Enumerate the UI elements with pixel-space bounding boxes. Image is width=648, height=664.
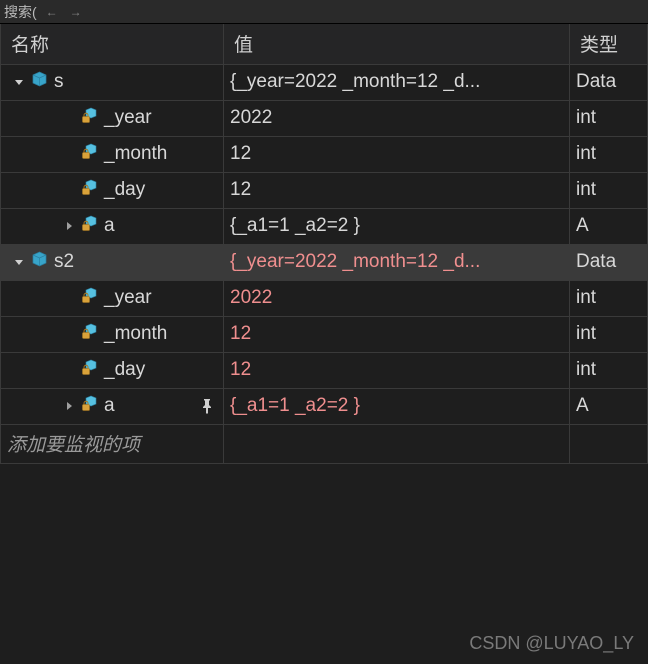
column-header-name[interactable]: 名称 <box>1 24 224 65</box>
private-field-icon <box>81 395 98 418</box>
private-field-icon <box>81 359 98 382</box>
value-cell[interactable]: {_year=2022 _month=12 _d... <box>224 245 570 281</box>
value-text: 12 <box>230 323 251 345</box>
type-cell: int <box>570 137 648 173</box>
name-cell[interactable]: _day <box>1 353 224 389</box>
type-cell: A <box>570 389 648 425</box>
struct-icon <box>31 251 48 274</box>
type-cell: int <box>570 317 648 353</box>
type-cell: Data <box>570 65 648 101</box>
type-text: Data <box>576 71 616 93</box>
toolbar-nav-next-button[interactable]: → <box>67 3 85 21</box>
name-cell[interactable]: _year <box>1 281 224 317</box>
pin-icon[interactable] <box>197 397 215 415</box>
value-cell[interactable]: 12 <box>224 317 570 353</box>
type-cell: int <box>570 281 648 317</box>
private-field-icon <box>81 215 98 238</box>
expander-expanded-icon[interactable] <box>13 76 25 88</box>
variable-name-label: _day <box>104 179 145 201</box>
name-cell[interactable]: s <box>1 65 224 101</box>
watch-toolbar: 搜索( ← → <box>0 0 648 24</box>
type-text: A <box>576 215 589 237</box>
watermark-text: CSDN @LUYAO_LY <box>469 633 634 654</box>
value-cell[interactable]: 2022 <box>224 101 570 137</box>
expander-collapsed-icon[interactable] <box>63 220 75 232</box>
name-cell[interactable]: _month <box>1 317 224 353</box>
name-cell[interactable]: a <box>1 209 224 245</box>
column-header-value[interactable]: 值 <box>224 24 570 65</box>
type-text: A <box>576 395 589 417</box>
value-text: {_year=2022 _month=12 _d... <box>230 251 480 273</box>
type-cell: int <box>570 353 648 389</box>
value-text: 2022 <box>230 287 272 309</box>
empty-cell <box>570 425 648 464</box>
type-text: int <box>576 143 596 165</box>
value-text: {_year=2022 _month=12 _d... <box>230 71 480 93</box>
variable-name-label: _month <box>104 143 167 165</box>
type-cell: int <box>570 101 648 137</box>
value-cell[interactable]: 12 <box>224 173 570 209</box>
value-text: 12 <box>230 179 251 201</box>
expander-expanded-icon[interactable] <box>13 256 25 268</box>
watch-window: 搜索( ← → 名称 值 类型 s {_year=2022 _month=12 _… <box>0 0 648 664</box>
value-text: {_a1=1 _a2=2 } <box>230 215 360 237</box>
variable-name-label: _month <box>104 323 167 345</box>
value-text: {_a1=1 _a2=2 } <box>230 395 360 417</box>
type-text: int <box>576 179 596 201</box>
watch-grid: 名称 值 类型 s {_year=2022 _month=12 _d... Data… <box>0 24 648 464</box>
name-cell[interactable]: _day <box>1 173 224 209</box>
private-field-icon <box>81 143 98 166</box>
name-cell[interactable]: _month <box>1 137 224 173</box>
private-field-icon <box>81 323 98 346</box>
value-text: 12 <box>230 143 251 165</box>
empty-cell <box>224 425 570 464</box>
variable-name-label: _year <box>104 107 152 129</box>
type-text: int <box>576 359 596 381</box>
type-text: int <box>576 107 596 129</box>
variable-name-label: _year <box>104 287 152 309</box>
value-cell[interactable]: 2022 <box>224 281 570 317</box>
variable-name-label: a <box>104 395 115 417</box>
private-field-icon <box>81 287 98 310</box>
value-cell[interactable]: 12 <box>224 353 570 389</box>
value-text: 12 <box>230 359 251 381</box>
name-cell[interactable]: a <box>1 389 224 425</box>
variable-name-label: s <box>54 71 64 93</box>
expander-collapsed-icon[interactable] <box>63 400 75 412</box>
type-text: Data <box>576 251 616 273</box>
add-watch-input[interactable]: 添加要监视的项 <box>1 425 224 464</box>
type-cell: A <box>570 209 648 245</box>
type-cell: Data <box>570 245 648 281</box>
private-field-icon <box>81 179 98 202</box>
value-text: 2022 <box>230 107 272 129</box>
value-cell[interactable]: {_year=2022 _month=12 _d... <box>224 65 570 101</box>
private-field-icon <box>81 107 98 130</box>
variable-name-label: a <box>104 215 115 237</box>
name-cell[interactable]: s2 <box>1 245 224 281</box>
type-text: int <box>576 323 596 345</box>
name-cell[interactable]: _year <box>1 101 224 137</box>
value-cell[interactable]: 12 <box>224 137 570 173</box>
variable-name-label: s2 <box>54 251 74 273</box>
variable-name-label: _day <box>104 359 145 381</box>
toolbar-search-label: 搜索( <box>4 2 37 22</box>
value-cell[interactable]: {_a1=1 _a2=2 } <box>224 209 570 245</box>
column-header-type[interactable]: 类型 <box>570 24 648 65</box>
toolbar-nav-prev-button[interactable]: ← <box>43 3 61 21</box>
struct-icon <box>31 71 48 94</box>
type-cell: int <box>570 173 648 209</box>
value-cell[interactable]: {_a1=1 _a2=2 } <box>224 389 570 425</box>
type-text: int <box>576 287 596 309</box>
